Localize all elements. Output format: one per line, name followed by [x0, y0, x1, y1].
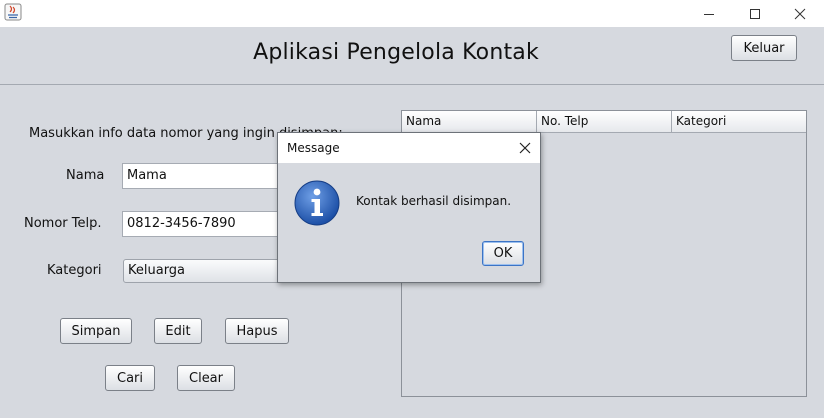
- close-window-button[interactable]: [777, 0, 823, 27]
- name-label: Nama: [66, 168, 105, 183]
- ok-button[interactable]: OK: [482, 241, 524, 266]
- dialog-title: Message: [287, 141, 340, 155]
- phone-label: Nomor Telp.: [24, 216, 102, 231]
- column-header-name[interactable]: Nama: [402, 111, 537, 132]
- clear-button[interactable]: Clear: [177, 365, 235, 391]
- column-header-category[interactable]: Kategori: [672, 111, 806, 132]
- message-dialog: Message Kontak berhasil disimpan. OK: [277, 132, 541, 283]
- app-title: Aplikasi Pengelola Kontak: [253, 40, 539, 65]
- category-selected-value: Keluarga: [128, 263, 186, 278]
- dialog-titlebar: Message: [278, 133, 540, 163]
- table-header: Nama No. Telp Kategori: [402, 111, 806, 133]
- minimize-button[interactable]: [686, 0, 732, 27]
- delete-button[interactable]: Hapus: [225, 318, 289, 344]
- close-icon: [794, 8, 806, 19]
- exit-button[interactable]: Keluar: [731, 35, 797, 61]
- maximize-icon: [750, 8, 760, 19]
- maximize-button[interactable]: [732, 0, 778, 27]
- category-label: Kategori: [47, 263, 102, 278]
- information-icon: [294, 180, 340, 226]
- save-button[interactable]: Simpan: [60, 318, 132, 344]
- java-icon: [4, 3, 22, 21]
- edit-button[interactable]: Edit: [154, 318, 202, 344]
- column-header-phone[interactable]: No. Telp: [537, 111, 672, 132]
- minimize-icon: [704, 13, 714, 15]
- close-icon: [519, 142, 531, 154]
- search-button[interactable]: Cari: [105, 365, 155, 391]
- dialog-message: Kontak berhasil disimpan.: [356, 194, 512, 208]
- dialog-close-button[interactable]: [516, 139, 534, 157]
- app-header: Aplikasi Pengelola Kontak: [0, 27, 824, 85]
- window-titlebar: [0, 0, 824, 27]
